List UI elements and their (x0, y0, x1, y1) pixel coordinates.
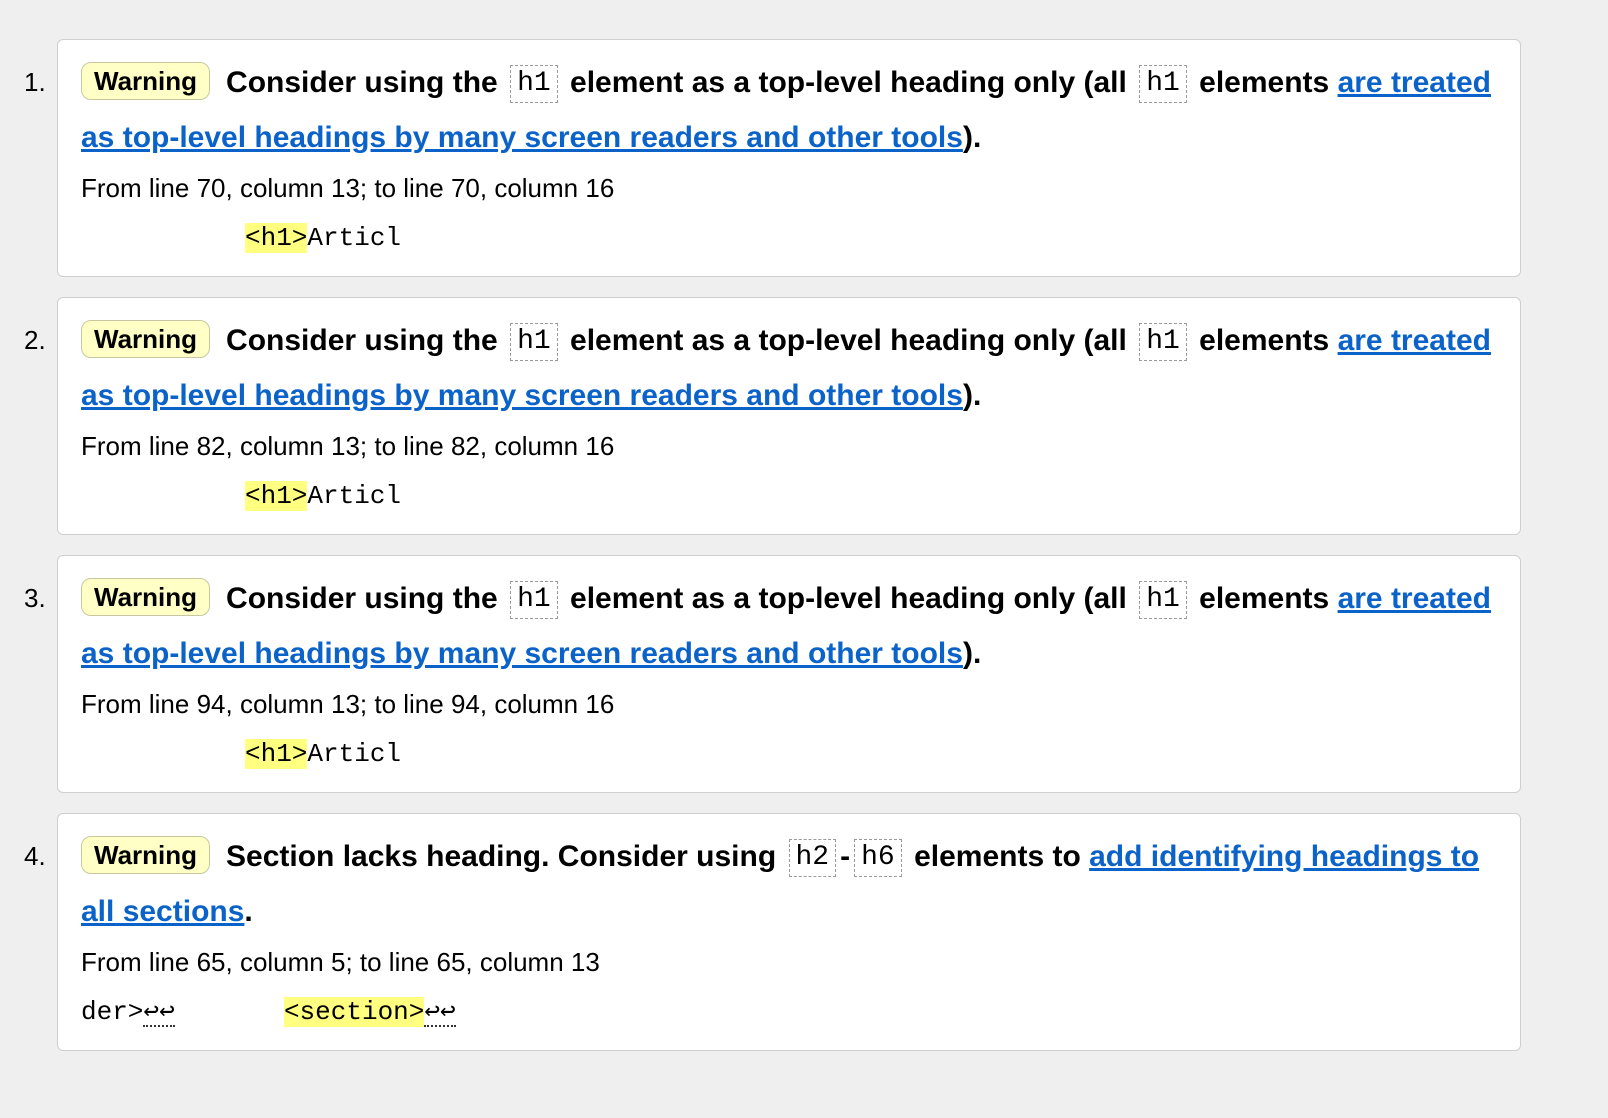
code-element-name: h1 (510, 581, 558, 619)
message-text-part: Consider using the (226, 582, 498, 615)
message-text-part: elements (1199, 582, 1330, 615)
warning-badge: Warning (81, 836, 211, 874)
extract-text: Articl (307, 481, 402, 511)
code-element-name: h6 (854, 839, 902, 877)
extract-text: der> (81, 997, 144, 1027)
message-text: Warning Consider using the h1 element as … (81, 571, 1501, 681)
code-element-name: h1 (1139, 581, 1187, 619)
message-text-part: elements (1199, 324, 1330, 357)
message-text-part: ). (962, 121, 982, 154)
message-box: Warning Consider using the h1 element as … (57, 297, 1521, 535)
highlighted-markup: <h1> (245, 223, 308, 253)
message-box: Warning Section lacks heading. Consider u… (57, 813, 1521, 1051)
source-location: From line 70, column 13; to line 70, col… (81, 173, 615, 203)
message-number: 3. (24, 583, 46, 613)
message-text: Warning Consider using the h1 element as … (81, 313, 1501, 423)
source-extract: der>↩↩ <section>↩↩ (81, 996, 456, 1028)
message-text-part: - (840, 840, 851, 873)
code-element-name: h1 (510, 65, 558, 103)
highlighted-markup: <section> (283, 997, 425, 1027)
source-extract: <h1>Articl (245, 738, 401, 770)
source-extract: <h1>Articl (245, 480, 401, 512)
code-element-name: h2 (788, 839, 837, 877)
message-text: Warning Consider using the h1 element as … (81, 55, 1501, 165)
code-element-name: h1 (510, 323, 558, 361)
source-location: From line 94, column 13; to line 94, col… (81, 689, 615, 719)
warning-badge: Warning (81, 62, 211, 100)
line-break-icon: ↩↩ (424, 997, 456, 1027)
extract-text: Articl (307, 223, 402, 253)
message-text: Warning Section lacks heading. Consider u… (81, 829, 1501, 939)
message-list: 1. Warning Consider using the h1 element … (0, 39, 1608, 1071)
message-number: 2. (24, 325, 46, 355)
message-text-part: element as a top-level heading only (all (570, 582, 1127, 615)
message-text-part: element as a top-level heading only (all (570, 324, 1127, 357)
warning-badge: Warning (81, 320, 211, 358)
message-box: Warning Consider using the h1 element as … (57, 39, 1521, 277)
message-text-part: element as a top-level heading only (all (570, 66, 1127, 99)
message-text-part: ). (962, 637, 982, 670)
message-text-part: Section lacks heading. Consider using (226, 840, 777, 873)
highlighted-markup: <h1> (245, 739, 308, 769)
source-location: From line 82, column 13; to line 82, col… (81, 431, 615, 461)
message-item: 3. Warning Consider using the h1 element … (0, 555, 1608, 795)
message-text-part: elements to (914, 840, 1081, 873)
code-element-name: h1 (1139, 323, 1187, 361)
code-element-name: h1 (1139, 65, 1187, 103)
message-text-part: . (244, 895, 253, 928)
message-item: 1. Warning Consider using the h1 element … (0, 39, 1608, 279)
message-item: 4. Warning Section lacks heading. Conside… (0, 813, 1608, 1053)
warning-badge: Warning (81, 578, 211, 616)
extract-text: Articl (307, 739, 402, 769)
source-location: From line 65, column 5; to line 65, colu… (81, 947, 600, 977)
message-number: 1. (24, 67, 46, 97)
message-item: 2. Warning Consider using the h1 element … (0, 297, 1608, 537)
message-text-part: elements (1199, 66, 1330, 99)
message-text-part: Consider using the (226, 324, 498, 357)
message-text-part: ). (962, 379, 982, 412)
source-extract: <h1>Articl (245, 222, 401, 254)
highlighted-markup: <h1> (245, 481, 308, 511)
line-break-icon: ↩↩ (143, 997, 175, 1027)
message-text-part: Consider using the (226, 66, 498, 99)
message-number: 4. (24, 841, 46, 871)
message-box: Warning Consider using the h1 element as … (57, 555, 1521, 793)
